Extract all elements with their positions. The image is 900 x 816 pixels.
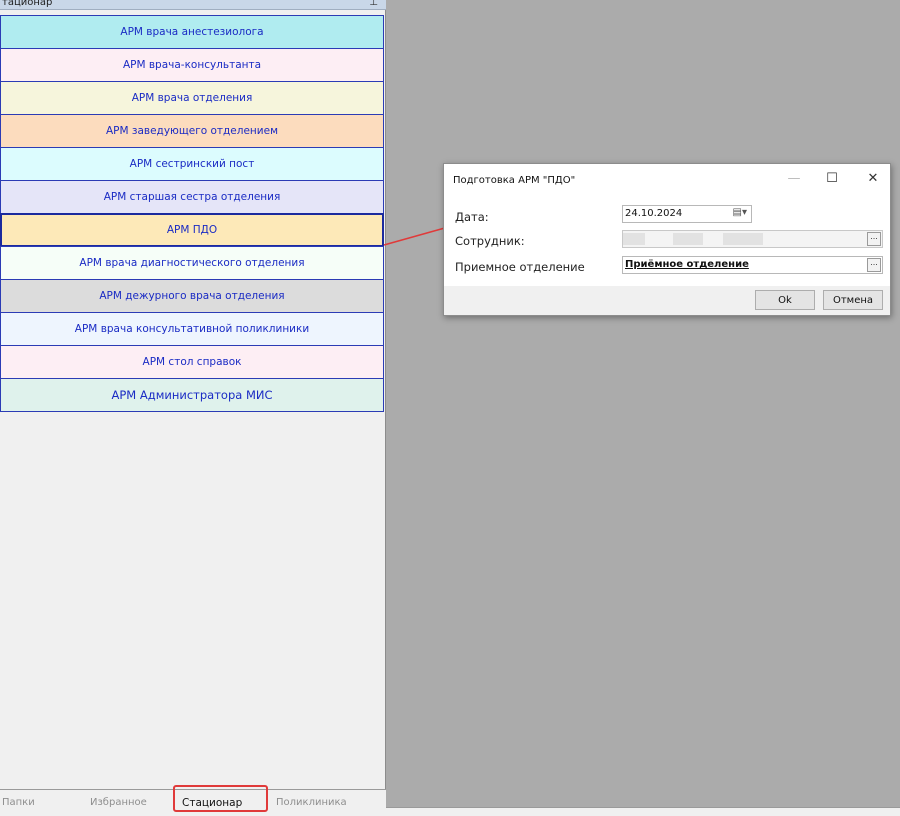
minimize-icon[interactable]: — [784, 171, 804, 186]
close-icon[interactable]: ✕ [863, 171, 883, 186]
date-field[interactable]: 24.10.2024 ▤▾ [622, 205, 752, 223]
employee-picker-button[interactable]: ... [867, 232, 881, 246]
dialog-footer: Ok Отмена [444, 286, 890, 315]
dialog-body: Дата: 24.10.2024 ▤▾ Сотрудник: ... Прием… [444, 198, 890, 286]
redacted-text [673, 233, 703, 245]
dialog-titlebar: Подготовка АРМ "ПДО" — ☐ ✕ [444, 164, 890, 198]
dialog-title: Подготовка АРМ "ПДО" [453, 175, 576, 186]
calendar-dropdown-icon[interactable]: ▤▾ [733, 207, 747, 218]
employee-field[interactable]: ... [622, 230, 883, 248]
date-value: 24.10.2024 [625, 208, 683, 219]
date-label: Дата: [455, 210, 489, 224]
redacted-text [623, 233, 645, 245]
prepare-arm-dialog: Подготовка АРМ "ПДО" — ☐ ✕ Дата: 24.10.2… [443, 163, 891, 316]
annotation-arrow-icon [383, 221, 461, 246]
employee-label: Сотрудник: [455, 234, 525, 248]
maximize-icon[interactable]: ☐ [822, 171, 842, 186]
ok-button[interactable]: Ok [755, 290, 815, 310]
dept-field[interactable]: Приёмное отделение ... [622, 256, 883, 274]
dept-label: Приемное отделение [455, 260, 585, 274]
dept-value: Приёмное отделение [625, 259, 749, 270]
redacted-text [723, 233, 763, 245]
dept-picker-button[interactable]: ... [867, 258, 881, 272]
cancel-button[interactable]: Отмена [823, 290, 883, 310]
